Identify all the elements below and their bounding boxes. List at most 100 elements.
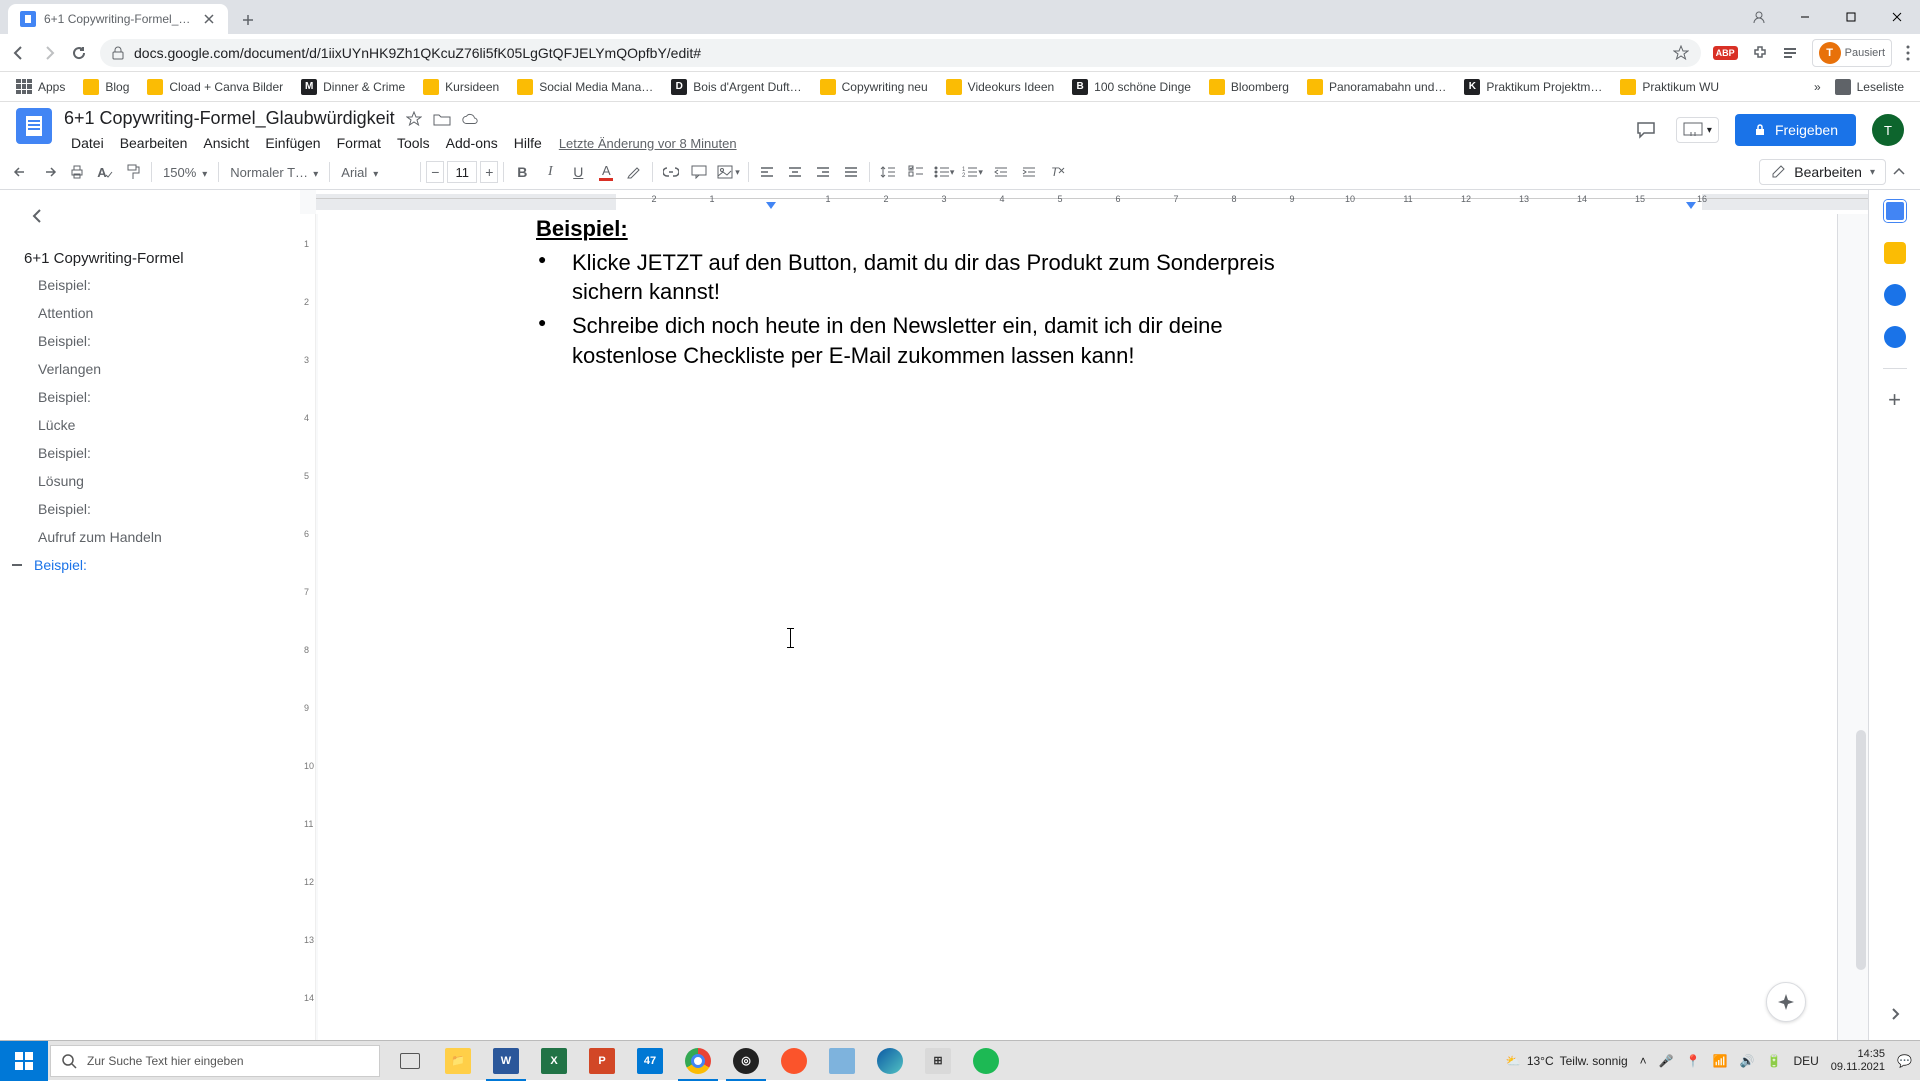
underline-button[interactable]: U [565, 159, 591, 185]
word-app-button[interactable]: W [482, 1041, 530, 1081]
bullet-list-button[interactable]: ▾ [931, 159, 958, 185]
outline-item[interactable]: Beispiel: [16, 383, 300, 411]
bookmark-overflow-icon[interactable]: » [1814, 80, 1821, 94]
close-window-button[interactable] [1874, 0, 1920, 34]
reading-list-button[interactable]: Leseliste [1829, 75, 1910, 99]
brave-app-button[interactable] [770, 1041, 818, 1081]
obs-app-button[interactable]: ◎ [722, 1041, 770, 1081]
menu-edit[interactable]: Bearbeiten [113, 131, 195, 155]
spotify-app-button[interactable] [962, 1041, 1010, 1081]
present-button[interactable]: ▾ [1676, 117, 1719, 143]
tray-wifi-icon[interactable]: 📶 [1713, 1054, 1728, 1068]
indent-decrease-button[interactable] [988, 159, 1014, 185]
paint-format-button[interactable] [120, 159, 146, 185]
start-button[interactable] [0, 1041, 48, 1081]
browser-tab-active[interactable]: 6+1 Copywriting-Formel_Glaub… [8, 4, 228, 34]
apps-button[interactable]: Apps [10, 75, 71, 99]
menu-format[interactable]: Format [330, 131, 388, 155]
bookmark-item[interactable]: B100 schöne Dinge [1066, 75, 1197, 99]
align-right-button[interactable] [810, 159, 836, 185]
taskbar-search[interactable]: Zur Suche Text hier eingeben [50, 1045, 380, 1077]
bookmark-item[interactable]: Social Media Mana… [511, 75, 659, 99]
vertical-scrollbar-thumb[interactable] [1856, 730, 1866, 970]
profile-paused-pill[interactable]: T Pausiert [1812, 39, 1892, 67]
chrome-app-button[interactable] [674, 1041, 722, 1081]
tray-volume-icon[interactable]: 🔊 [1740, 1054, 1755, 1068]
account-avatar[interactable]: T [1872, 114, 1904, 146]
editing-mode-select[interactable]: Bearbeiten ▾ [1759, 159, 1886, 185]
bookmark-item[interactable]: Praktikum WU [1614, 75, 1725, 99]
comment-history-icon[interactable] [1632, 116, 1660, 144]
font-size-decrease[interactable]: − [426, 161, 444, 183]
insert-comment-button[interactable] [686, 159, 712, 185]
vertical-ruler[interactable]: 1 2 3 4 5 6 7 8 9 10 11 12 13 14 [300, 214, 316, 1040]
zoom-select[interactable]: 150% [157, 159, 213, 185]
star-icon[interactable] [1673, 45, 1689, 61]
outline-item[interactable]: Beispiel: [16, 327, 300, 355]
bookmark-item[interactable]: Cload + Canva Bilder [141, 75, 289, 99]
file-explorer-button[interactable]: 📁 [434, 1041, 482, 1081]
text-color-button[interactable]: A [593, 159, 619, 185]
menu-insert[interactable]: Einfügen [258, 131, 327, 155]
explore-fab[interactable] [1766, 982, 1806, 1022]
outline-doc-heading[interactable]: 6+1 Copywriting-Formel [16, 246, 300, 271]
outline-item-active[interactable]: Beispiel: [26, 551, 97, 579]
insert-link-button[interactable] [658, 159, 684, 185]
new-tab-button[interactable] [234, 6, 262, 34]
menu-addons[interactable]: Add-ons [439, 131, 505, 155]
font-size-value[interactable]: 11 [447, 161, 477, 183]
numbered-list-button[interactable]: 12▾ [959, 159, 986, 185]
tray-chevron-up-icon[interactable]: ˄ [1640, 1054, 1647, 1068]
move-document-icon[interactable] [433, 110, 451, 128]
tray-battery-icon[interactable]: 🔋 [1767, 1054, 1782, 1068]
indent-increase-button[interactable] [1016, 159, 1042, 185]
document-content[interactable]: Beispiel: Klicke JETZT auf den Button, d… [536, 214, 1316, 374]
edge-app-button[interactable] [866, 1041, 914, 1081]
share-button[interactable]: Freigeben [1735, 114, 1856, 146]
minimize-button[interactable] [1782, 0, 1828, 34]
keep-sidetab-icon[interactable] [1884, 242, 1906, 264]
calendar-sidetab-icon[interactable] [1884, 200, 1906, 222]
bookmark-item[interactable]: Bloomberg [1203, 75, 1295, 99]
menu-file[interactable]: Datei [64, 131, 111, 155]
outline-item[interactable]: Lücke [16, 411, 300, 439]
document-title[interactable]: 6+1 Copywriting-Formel_Glaubwürdigkeit [64, 108, 395, 129]
bookmark-item[interactable]: Panoramabahn und… [1301, 75, 1452, 99]
star-document-icon[interactable] [405, 110, 423, 128]
font-size-increase[interactable]: + [480, 161, 498, 183]
outline-close-button[interactable] [24, 202, 52, 230]
outline-item[interactable]: Verlangen [16, 355, 300, 383]
notepad-app-button[interactable] [818, 1041, 866, 1081]
checklist-button[interactable] [903, 159, 929, 185]
menu-help[interactable]: Hilfe [507, 131, 549, 155]
abp-icon[interactable]: ABP [1713, 46, 1738, 60]
clear-formatting-button[interactable]: T [1044, 159, 1070, 185]
outline-item[interactable]: Lösung [16, 467, 300, 495]
bookmark-item[interactable]: DBois d'Argent Duft… [665, 75, 807, 99]
outline-item[interactable]: Aufruf zum Handeln [16, 523, 300, 551]
docs-logo-icon[interactable] [16, 108, 52, 144]
add-sidetab-button[interactable]: + [1884, 389, 1906, 411]
undo-button[interactable] [8, 159, 34, 185]
highlight-button[interactable] [621, 159, 647, 185]
tasks-sidetab-icon[interactable] [1884, 284, 1906, 306]
bookmark-item[interactable]: MDinner & Crime [295, 75, 411, 99]
line-spacing-button[interactable] [875, 159, 901, 185]
indent-marker-right[interactable] [1686, 202, 1696, 209]
outline-item[interactable]: Beispiel: [16, 271, 300, 299]
paragraph-style-select[interactable]: Normaler T… [224, 159, 324, 185]
italic-button[interactable]: I [537, 159, 563, 185]
last-edit-link[interactable]: Letzte Änderung vor 8 Minuten [559, 136, 737, 151]
tray-language[interactable]: DEU [1793, 1054, 1818, 1068]
align-center-button[interactable] [782, 159, 808, 185]
document-page[interactable]: Beispiel: Klicke JETZT auf den Button, d… [318, 214, 1838, 1040]
chrome-menu-icon[interactable] [1906, 45, 1910, 61]
bookmark-item[interactable]: Blog [77, 75, 135, 99]
tray-location-icon[interactable]: 📍 [1686, 1054, 1701, 1068]
back-button[interactable] [10, 44, 28, 62]
horizontal-ruler[interactable]: 2 1 1 2 3 4 5 6 7 8 9 10 11 12 13 14 [316, 190, 1868, 214]
side-panel-toggle[interactable] [1879, 998, 1911, 1030]
collapse-toolbar-button[interactable] [1886, 159, 1912, 185]
cloud-status-icon[interactable] [461, 110, 479, 128]
tab-close-icon[interactable] [202, 12, 216, 26]
